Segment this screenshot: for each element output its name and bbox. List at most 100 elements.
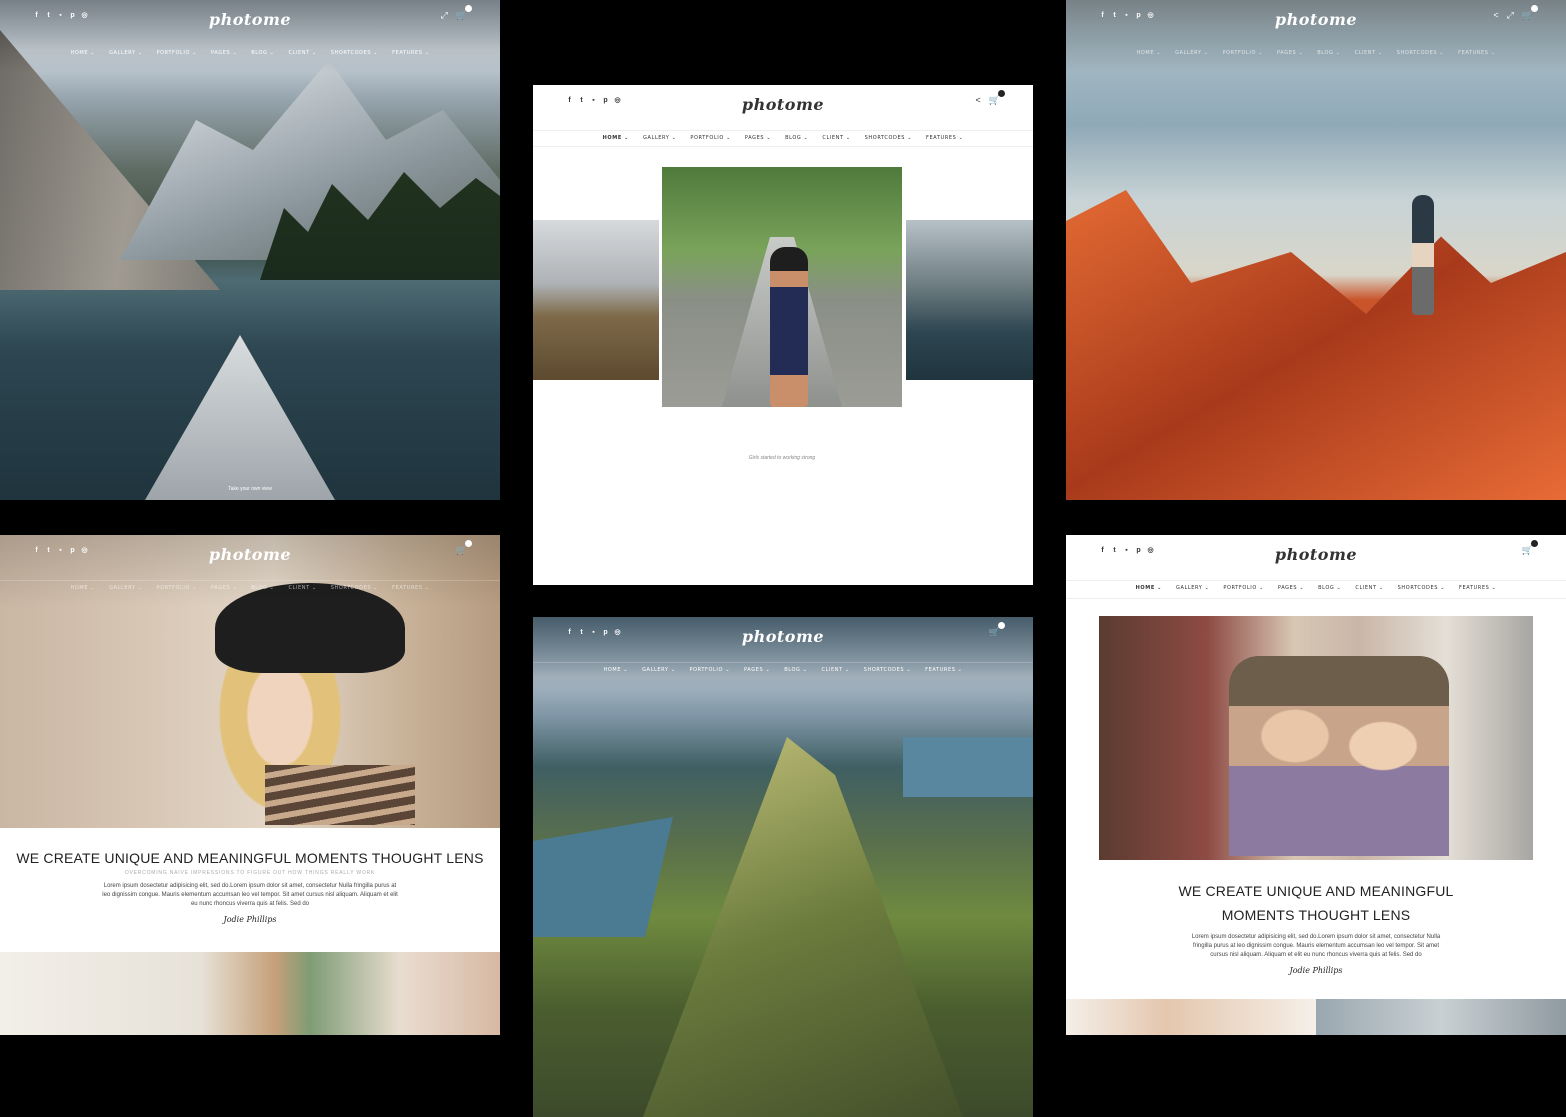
women-figures: [1229, 656, 1449, 856]
intro-body: Lorem ipsum dosectetur adipisicing elit,…: [1191, 934, 1441, 958]
nav-features[interactable]: FEATURES ⌄: [926, 135, 963, 141]
main-nav: HOME ⌄ GALLERY ⌄ PORTFOLIO ⌄ PAGES ⌄ BLO…: [1066, 585, 1566, 591]
screenshot-convertible-intro: f t ▪ p ◎ photome 🛒 0 HOME ⌄ GALLERY ⌄ PO…: [1066, 535, 1566, 1035]
nav-pages[interactable]: PAGES ⌄: [1278, 585, 1304, 591]
nav-home[interactable]: HOME ⌄: [1136, 585, 1162, 591]
nav-client[interactable]: CLIENT ⌄: [822, 135, 850, 141]
cart-icon[interactable]: 🛒 0: [456, 540, 472, 556]
site-logo[interactable]: photome: [533, 95, 1033, 114]
nav-shortcodes[interactable]: SHORTCODES ⌄: [865, 135, 912, 141]
nav-pages[interactable]: PAGES ⌄: [211, 585, 237, 591]
nav-home[interactable]: HOME ⌄: [1137, 50, 1162, 56]
nav-home[interactable]: HOME ⌄: [71, 50, 96, 56]
carousel-slide-next[interactable]: [906, 220, 1033, 380]
nav-blog[interactable]: BLOG ⌄: [785, 135, 808, 141]
header-tools: < ⤢ 🛒 0: [1493, 5, 1538, 21]
nav-client[interactable]: CLIENT ⌄: [288, 585, 316, 591]
carousel-slide-prev[interactable]: [533, 220, 659, 380]
expand-icon[interactable]: ⤢: [441, 10, 448, 21]
main-nav: HOME ⌄ GALLERY ⌄ PORTFOLIO ⌄ PAGES ⌄ BLO…: [1066, 50, 1566, 56]
header-tools: < 🛒 0: [976, 90, 1005, 106]
nav-gallery[interactable]: GALLERY ⌄: [1175, 50, 1208, 56]
nav-gallery[interactable]: GALLERY ⌄: [642, 667, 675, 673]
main-nav: HOME ⌄ GALLERY ⌄ PORTFOLIO ⌄ PAGES ⌄ BLO…: [533, 667, 1033, 673]
header-tools: ⤢ 🛒 0: [441, 5, 472, 21]
intro-headline: MOMENTS THOUGHT LENS: [1221, 907, 1411, 923]
nav-portfolio[interactable]: PORTFOLIO ⌄: [1223, 50, 1264, 56]
slide-reflection: [533, 380, 659, 540]
nav-portfolio[interactable]: PORTFOLIO ⌄: [690, 135, 731, 141]
nav-portfolio[interactable]: PORTFOLIO ⌄: [157, 585, 198, 591]
nav-blog[interactable]: BLOG ⌄: [1318, 585, 1341, 591]
nav-portfolio[interactable]: PORTFOLIO ⌄: [1223, 585, 1264, 591]
nav-features[interactable]: FEATURES ⌄: [1458, 50, 1495, 56]
nav-portfolio[interactable]: PORTFOLIO ⌄: [690, 667, 731, 673]
striped-shirt: [265, 765, 415, 825]
header-tools: 🛒 0: [988, 622, 1005, 638]
nav-client[interactable]: CLIENT ⌄: [1354, 50, 1382, 56]
nav-blog[interactable]: BLOG ⌄: [251, 585, 274, 591]
bottom-thumbnail-right: [1316, 999, 1566, 1035]
nav-client[interactable]: CLIENT ⌄: [288, 50, 316, 56]
nav-pages[interactable]: PAGES ⌄: [1277, 50, 1303, 56]
expand-icon[interactable]: ⤢: [1507, 10, 1514, 21]
nav-shortcodes[interactable]: SHORTCODES ⌄: [1398, 585, 1445, 591]
intro-section: WE CREATE UNIQUE AND MEANINGFUL MOMENTS …: [0, 828, 500, 952]
nav-home[interactable]: HOME ⌄: [71, 585, 96, 591]
nav-shortcodes[interactable]: SHORTCODES ⌄: [331, 50, 378, 56]
nav-client[interactable]: CLIENT ⌄: [1355, 585, 1383, 591]
cart-glyph: 🛒: [988, 95, 1000, 105]
nav-shortcodes[interactable]: SHORTCODES ⌄: [864, 667, 911, 673]
site-logo[interactable]: photome: [0, 10, 500, 29]
jumping-person: [1412, 195, 1434, 315]
intro-subheading: OVERCOMING NAIVE IMPRESSIONS TO FIGURE O…: [124, 870, 376, 876]
cart-icon[interactable]: 🛒 0: [456, 5, 472, 21]
screenshot-fjord-ridge: f t ▪ p ◎ photome 🛒 0 HOME ⌄ GALLERY ⌄ PO…: [533, 617, 1033, 1117]
red-rocks: [1066, 190, 1566, 500]
fjord-water: [903, 737, 1033, 797]
cart-icon[interactable]: 🛒 0: [988, 90, 1005, 106]
main-nav: HOME ⌄ GALLERY ⌄ PORTFOLIO ⌄ PAGES ⌄ BLO…: [533, 135, 1033, 141]
site-logo[interactable]: photome: [1066, 545, 1566, 564]
nav-gallery[interactable]: GALLERY ⌄: [109, 585, 142, 591]
cart-glyph: 🛒: [988, 627, 1000, 637]
cart-count-badge: 0: [998, 622, 1005, 629]
screenshot-red-rocks: f t ▪ p ◎ photome < ⤢ 🛒 0 HOME ⌄ GALLERY …: [1066, 0, 1566, 500]
nav-divider: [533, 662, 1033, 663]
nav-blog[interactable]: BLOG ⌄: [1317, 50, 1340, 56]
share-icon[interactable]: <: [1493, 10, 1498, 21]
cart-count-badge: 0: [1531, 540, 1538, 547]
nav-portfolio[interactable]: PORTFOLIO ⌄: [157, 50, 198, 56]
site-logo[interactable]: photome: [1066, 10, 1566, 29]
nav-pages[interactable]: PAGES ⌄: [744, 667, 770, 673]
header-tools: 🛒 0: [456, 540, 472, 556]
share-icon[interactable]: <: [976, 95, 981, 106]
nav-gallery[interactable]: GALLERY ⌄: [1176, 585, 1209, 591]
nav-home[interactable]: HOME ⌄: [603, 135, 629, 141]
signature: Jodie Phillips: [1289, 966, 1343, 975]
nav-features[interactable]: FEATURES ⌄: [392, 50, 429, 56]
nav-pages[interactable]: PAGES ⌄: [211, 50, 237, 56]
bottom-thumbnail-left: [1066, 999, 1316, 1035]
nav-gallery[interactable]: GALLERY ⌄: [109, 50, 142, 56]
carousel-slide-active[interactable]: [662, 167, 902, 407]
nav-features[interactable]: FEATURES ⌄: [1459, 585, 1496, 591]
nav-blog[interactable]: BLOG ⌄: [784, 667, 807, 673]
nav-shortcodes[interactable]: SHORTCODES ⌄: [331, 585, 378, 591]
cart-icon[interactable]: 🛒 0: [1522, 540, 1538, 556]
cart-icon[interactable]: 🛒 0: [1522, 5, 1538, 21]
intro-headline: WE CREATE UNIQUE AND MEANINGFUL MOMENTS …: [16, 850, 484, 866]
nav-pages[interactable]: PAGES ⌄: [745, 135, 771, 141]
nav-home[interactable]: HOME ⌄: [604, 667, 629, 673]
site-logo[interactable]: photome: [0, 545, 500, 564]
nav-features[interactable]: FEATURES ⌄: [925, 667, 962, 673]
site-logo[interactable]: photome: [533, 627, 1033, 646]
nav-divider: [0, 580, 500, 581]
nav-blog[interactable]: BLOG ⌄: [251, 50, 274, 56]
nav-shortcodes[interactable]: SHORTCODES ⌄: [1397, 50, 1444, 56]
nav-gallery[interactable]: GALLERY ⌄: [643, 135, 676, 141]
nav-features[interactable]: FEATURES ⌄: [392, 585, 429, 591]
cart-icon[interactable]: 🛒 0: [988, 622, 1005, 638]
screenshot-gallery-carousel: f t ▪ p ◎ photome < 🛒 0 HOME ⌄ GALLERY ⌄ …: [533, 85, 1033, 585]
nav-client[interactable]: CLIENT ⌄: [821, 667, 849, 673]
